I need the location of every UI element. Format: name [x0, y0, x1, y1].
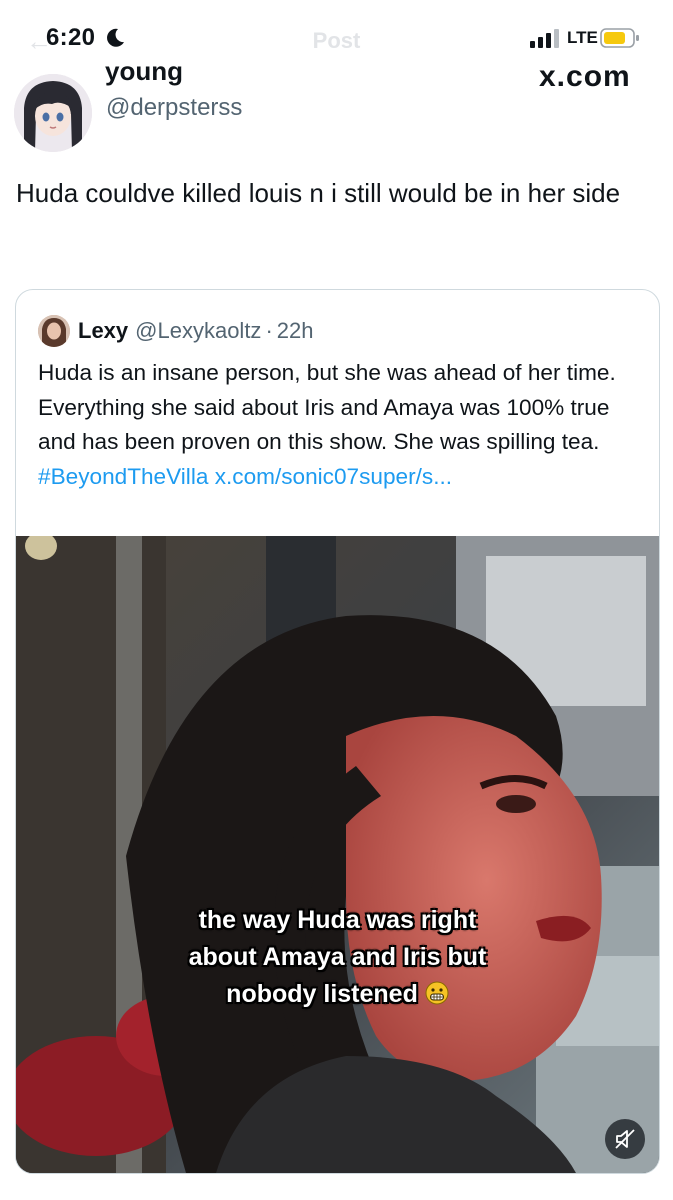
quoted-tweet-text: Huda is an insane person, but she was ah…	[38, 356, 648, 494]
dot-separator: ·	[265, 318, 273, 343]
mute-button[interactable]	[605, 1119, 645, 1159]
quoted-body-text: Huda is an insane person, but she was ah…	[38, 360, 616, 454]
caption-line: about Amaya and Iris but	[188, 943, 487, 971]
quoted-tweet[interactable]: Lexy @Lexykaoltz · 22h Huda is an insane…	[15, 289, 660, 1174]
speaker-muted-icon	[615, 1129, 635, 1149]
avatar[interactable]	[14, 74, 92, 152]
status-time: 6:20	[46, 24, 96, 51]
network-label: LTE	[567, 28, 598, 47]
quoted-timestamp: 22h	[276, 318, 314, 343]
display-name[interactable]: young	[105, 58, 183, 87]
moon-icon	[107, 28, 124, 47]
caption-line: nobody listened	[226, 980, 418, 1008]
source-watermark: x.com	[539, 60, 631, 93]
tweet-text: Huda couldve killed louis n i still woul…	[16, 178, 621, 208]
hashtag-link[interactable]: #BeyondTheVilla	[38, 464, 208, 489]
video-caption: the way Huda was right about Amaya and I…	[16, 902, 659, 1013]
grimacing-face-emoji	[425, 981, 449, 1005]
video-frame	[16, 536, 659, 1173]
user-handle[interactable]: @derpsterss	[106, 94, 242, 122]
url-link[interactable]: x.com/sonic07super/s...	[215, 464, 452, 489]
quoted-author-name[interactable]: Lexy	[78, 318, 128, 344]
caption-line: the way Huda was right	[198, 906, 477, 934]
video-player[interactable]: the way Huda was right about Amaya and I…	[16, 536, 659, 1173]
tweet-author: young @derpsterss x.com	[0, 58, 673, 158]
battery-icon	[600, 28, 639, 48]
caption-line-3: nobody listened	[16, 976, 659, 1013]
quoted-avatar[interactable]	[38, 315, 70, 347]
signal-icon	[530, 29, 559, 48]
quoted-author-handle[interactable]: @Lexykaoltz	[135, 318, 261, 344]
quoted-tweet-header: Lexy @Lexykaoltz · 22h	[38, 311, 313, 351]
